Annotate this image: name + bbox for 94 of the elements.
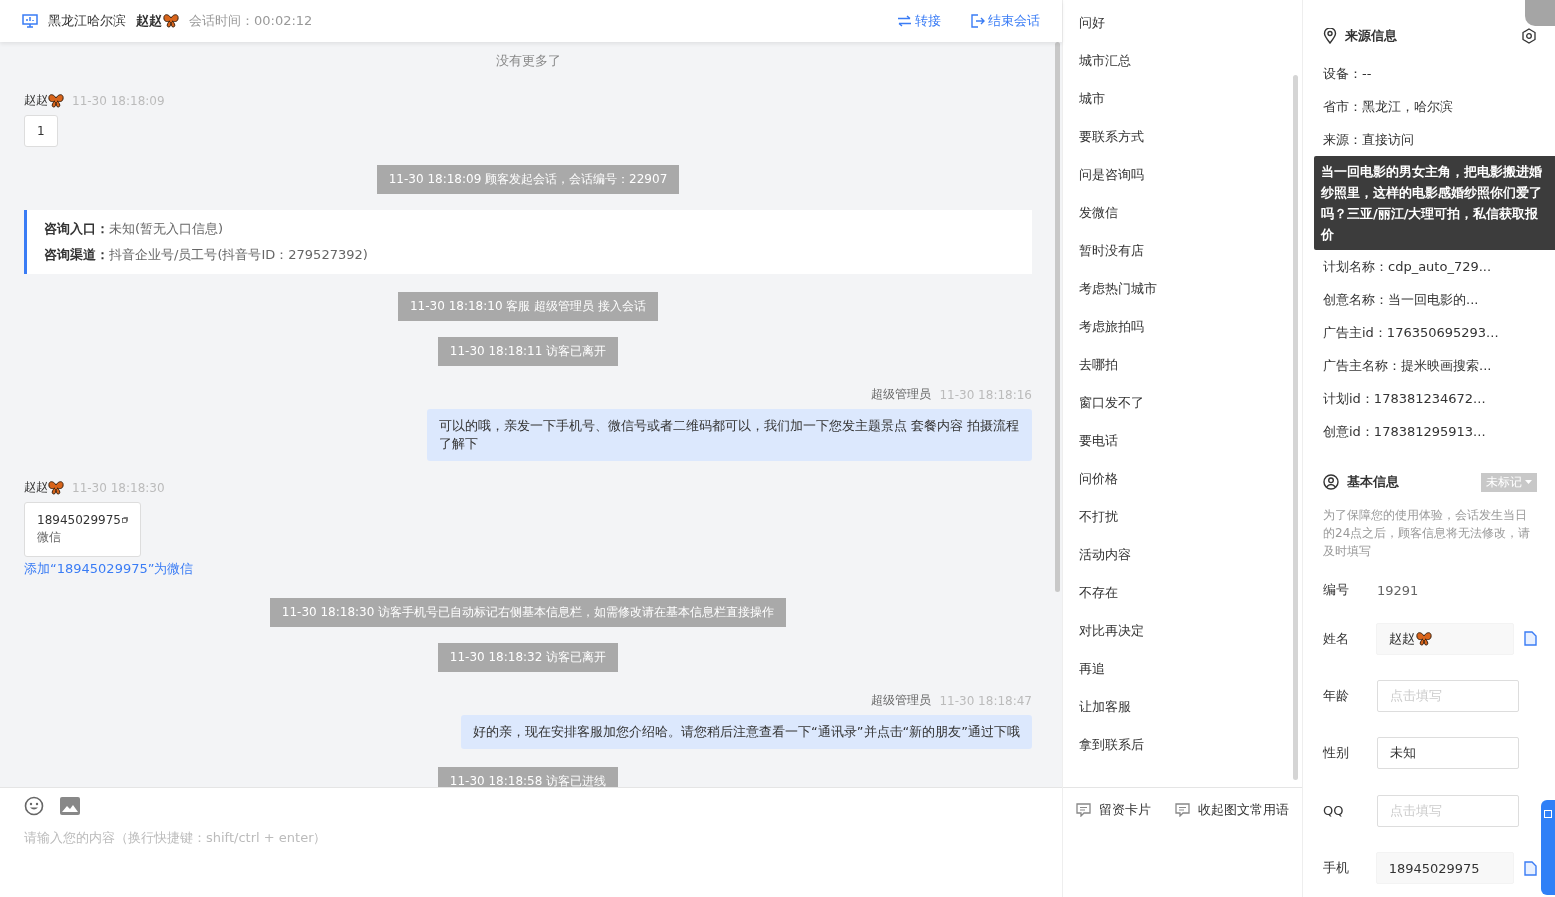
quick-phrase[interactable]: 城市汇总	[1079, 50, 1286, 88]
quick-phrase[interactable]: 活动内容	[1079, 544, 1286, 582]
visitor-name: 赵赵	[24, 92, 48, 109]
message-bubble: 可以的哦，亲发一下手机号、微信号或者二维码都可以，我们加一下您发主题景点 套餐内容 拍摄流程了解下	[427, 409, 1032, 461]
copy-icon[interactable]	[122, 514, 128, 526]
quick-phrase[interactable]: 考虑旅拍吗	[1079, 316, 1286, 354]
field-label: 姓名	[1323, 629, 1350, 648]
message-icon	[1076, 803, 1091, 817]
readonly-field: 18945029975	[1375, 852, 1514, 885]
agent-name: 超级管理员	[871, 692, 932, 709]
quick-phrase[interactable]: 不打扰	[1079, 506, 1286, 544]
system-notice: 11-30 18:18:30 访客手机号已自动标记右侧基本信息栏，如需修改请在基本信息栏直接操作	[269, 598, 787, 627]
transfer-button[interactable]: 转接	[897, 12, 941, 30]
source-row-text: 计划id：178381234672...	[1323, 389, 1487, 408]
readonly-field: 赵赵	[1375, 622, 1514, 655]
quick-phrase[interactable]: 城市	[1079, 88, 1286, 126]
image-icon[interactable]	[60, 797, 80, 815]
source-row-text: 设备：--	[1323, 64, 1373, 83]
quick-phrase[interactable]: 窗口发不了	[1079, 392, 1286, 430]
quick-phrase[interactable]: 再追	[1079, 658, 1286, 696]
quick-phrase[interactable]: 要电话	[1079, 430, 1286, 468]
quick-phrase[interactable]: 拿到联系后	[1079, 734, 1286, 772]
quick-phrase[interactable]: 发微信	[1079, 202, 1286, 240]
message-bubble: 1	[24, 115, 58, 147]
system-notice: 11-30 18:18:10 客服 超级管理员 接入会话	[398, 292, 658, 321]
quick-action-button[interactable]: 收起图文常用语	[1175, 802, 1289, 818]
feedback-tab[interactable]	[1541, 800, 1555, 895]
monitor-icon	[22, 14, 38, 28]
edit-icon	[1544, 810, 1552, 818]
section-title: 基本信息	[1347, 473, 1399, 492]
quick-action-button[interactable]: 留资卡片	[1076, 802, 1151, 818]
visitor-name: 赵赵	[136, 12, 162, 30]
message-input[interactable]: 请输入您的内容（换行快捷键：shift/ctrl + enter）	[24, 830, 444, 845]
source-row-text: 来源：直接访问	[1323, 130, 1415, 149]
quick-phrase[interactable]: 问是咨询吗	[1079, 164, 1286, 202]
butterfly-icon	[48, 480, 64, 495]
source-row-text: 广告主名称：提米映画搜索...	[1323, 356, 1493, 375]
message-icon	[1175, 803, 1190, 817]
location-pin-icon	[1323, 27, 1337, 44]
quick-phrase[interactable]: 问好	[1079, 12, 1286, 50]
source-row-text: 创意名称：当一回电影的...	[1323, 290, 1480, 309]
agent-name: 超级管理员	[871, 386, 932, 403]
field-label: 手机	[1323, 859, 1350, 878]
smiley-icon[interactable]	[24, 796, 44, 816]
field-label: 年龄	[1323, 686, 1350, 705]
visitor-location: 黑龙江哈尔滨	[48, 12, 126, 30]
add-wechat-link[interactable]: 添加“18945029975”为微信	[24, 560, 194, 578]
quick-phrase[interactable]: 考虑热门城市	[1079, 278, 1286, 316]
quick-phrase[interactable]: 要联系方式	[1079, 126, 1286, 164]
no-more-text: 没有更多了	[495, 52, 561, 70]
document-icon[interactable]	[1524, 860, 1537, 876]
field-label: 性别	[1323, 744, 1350, 763]
visitor-name: 赵赵	[24, 479, 48, 496]
butterfly-icon	[48, 93, 64, 108]
system-notice: 11-30 18:18:11 访客已离开	[437, 337, 619, 366]
quick-phrase[interactable]: 问价格	[1079, 468, 1286, 506]
swap-icon	[897, 15, 912, 27]
field-label: QQ	[1323, 803, 1345, 819]
quick-phrase[interactable]: 去哪拍	[1079, 354, 1286, 392]
message-time: 11-30 18:18:47	[939, 693, 1032, 708]
contact-type: 微信	[37, 529, 62, 546]
quick-phrase[interactable]: 暂时没有店	[1079, 240, 1286, 278]
entry-info-line: 咨询入口：未知(暂无入口信息)	[44, 220, 225, 238]
phone-number: 18945029975	[37, 513, 121, 527]
quick-phrase[interactable]: 不存在	[1079, 582, 1286, 620]
source-row-text: 计划名称：cdp_auto_729...	[1323, 257, 1493, 276]
input-field[interactable]: 未知	[1377, 737, 1519, 770]
quick-phrase[interactable]: 对比再决定	[1079, 620, 1286, 658]
butterfly-icon	[1415, 631, 1432, 646]
source-row-text: 广告主id：176350695293...	[1323, 323, 1500, 342]
session-time: 会话时间：00:02:12	[189, 12, 313, 30]
field-label: 编号	[1323, 581, 1350, 600]
butterfly-icon	[163, 14, 179, 28]
quick-phrase[interactable]: 让加客服	[1079, 696, 1286, 734]
system-notice: 11-30 18:18:09 顾客发起会话，会话编号：22907	[376, 165, 680, 194]
caret-icon	[1525, 480, 1532, 485]
notice-text: 为了保障您的使用体验，会话发生当日的24点之后，顾客信息将无法修改，请及时填写	[1323, 507, 1532, 561]
document-icon[interactable]	[1524, 631, 1537, 647]
exit-icon	[971, 14, 985, 28]
settings-icon[interactable]	[1521, 27, 1537, 44]
message-time: 11-30 18:18:30	[72, 480, 165, 495]
system-notice: 11-30 18:18:58 访客已进线	[437, 767, 619, 787]
end-session-button[interactable]: 结束会话	[971, 12, 1040, 30]
message-bubble: 好的亲，现在安排客服加您介绍哈。请您稍后注意查看一下“通讯录”并点击“新的朋友”通过下哦	[461, 715, 1032, 749]
message-time: 11-30 18:18:09	[72, 93, 165, 108]
entry-info-line: 咨询渠道：抖音企业号/员工号(抖音号ID：279527392)	[44, 246, 369, 264]
source-row-text: 省市：黑龙江，哈尔滨	[1323, 97, 1454, 116]
tooltip: 当一回电影的男女主角，把电影搬进婚纱照里，这样的电影感婚纱照你们爱了吗？三亚/丽江/大理可拍，私信获取报价	[1314, 155, 1555, 250]
system-notice: 11-30 18:18:32 访客已离开	[437, 643, 619, 672]
section-title: 来源信息	[1345, 26, 1397, 45]
message-time: 11-30 18:18:16	[939, 387, 1032, 402]
source-row-text: 创意id：178381295913...	[1323, 422, 1487, 441]
user-icon	[1323, 474, 1339, 491]
field-value: 19291	[1377, 582, 1419, 598]
